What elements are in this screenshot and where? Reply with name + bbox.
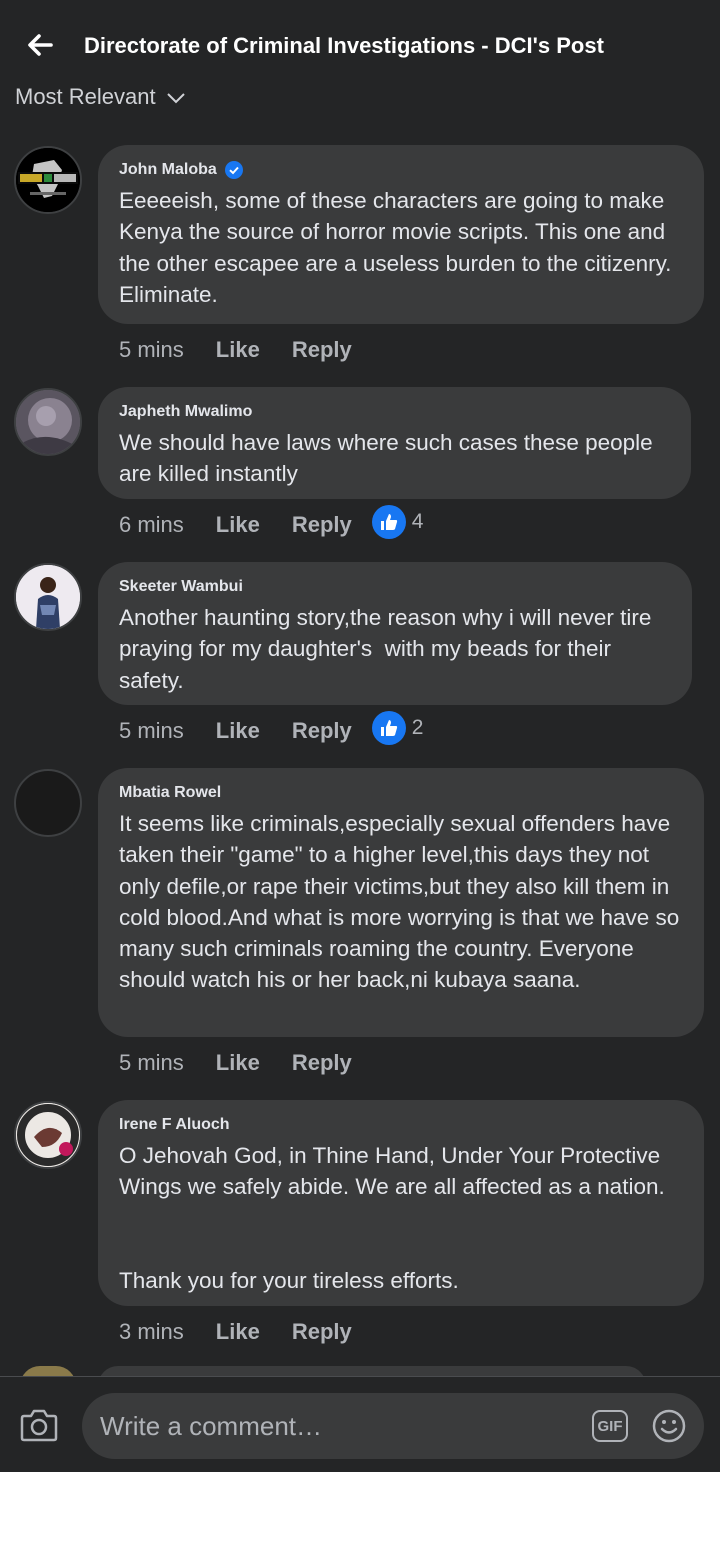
comment-composer: GIF: [0, 1376, 720, 1472]
comment-time[interactable]: 5 mins: [119, 718, 184, 744]
comment-actions: 5 mins Like Reply: [119, 1048, 352, 1078]
comment-time[interactable]: 6 mins: [119, 512, 184, 538]
thumbs-up-icon: [371, 505, 406, 539]
avatar-image: [16, 390, 80, 454]
header: Directorate of Criminal Investigations -…: [0, 0, 720, 84]
sort-dropdown[interactable]: Most Relevant: [15, 82, 186, 112]
emoji-button[interactable]: [652, 1409, 686, 1443]
camera-icon: [20, 1409, 58, 1442]
comment-text: Eeeeeish, some of these characters are g…: [119, 188, 678, 307]
author-name: Skeeter Wambui: [119, 578, 243, 595]
comment-author[interactable]: Mbatia Rowel: [119, 782, 682, 804]
comment-actions: 6 mins Like Reply 4: [119, 505, 424, 540]
comment-author[interactable]: Japheth Mwalimo: [119, 401, 669, 423]
comment-actions: 5 mins Like Reply 2: [119, 711, 424, 746]
comment-actions: 3 mins Like Reply: [119, 1317, 352, 1347]
comment-bubble: John Maloba Eeeeeish, some of these char…: [98, 145, 704, 324]
reply-button[interactable]: Reply: [292, 1050, 352, 1076]
comment-text: It seems like criminals,especially sexua…: [119, 811, 686, 993]
sort-label: Most Relevant: [15, 84, 156, 109]
reply-button[interactable]: Reply: [292, 718, 352, 744]
reaction-count: 4: [411, 510, 424, 533]
camera-button[interactable]: [20, 1407, 58, 1443]
author-name: Mbatia Rowel: [119, 784, 222, 801]
avatar[interactable]: [14, 1101, 82, 1169]
comment-time[interactable]: 5 mins: [119, 1050, 184, 1076]
arrow-left-icon: [28, 34, 53, 56]
like-button[interactable]: Like: [216, 718, 260, 744]
thumbs-up-icon: [371, 711, 406, 745]
comment-author[interactable]: John Maloba: [119, 159, 682, 181]
back-button[interactable]: [22, 28, 58, 62]
comment-author[interactable]: Irene F Aluoch: [119, 1114, 682, 1136]
comment-text: Another haunting story,the reason why i …: [119, 605, 658, 693]
avatar-image: [16, 148, 80, 212]
author-name: Japheth Mwalimo: [119, 403, 253, 420]
chevron-down-icon: [166, 93, 185, 104]
avatar-image: [16, 565, 80, 629]
emoji-icon: [652, 1409, 686, 1443]
comment-bubble: Skeeter Wambui Another haunting story,th…: [98, 562, 692, 705]
comment-input[interactable]: [100, 1410, 580, 1442]
avatar[interactable]: [14, 563, 82, 631]
page-title: Directorate of Criminal Investigations -…: [84, 33, 604, 58]
author-name: Irene F Aluoch: [119, 1116, 230, 1133]
reply-button[interactable]: Reply: [292, 512, 352, 538]
like-button[interactable]: Like: [216, 337, 260, 363]
avatar[interactable]: [14, 146, 82, 214]
comments-screen: Directorate of Criminal Investigations -…: [0, 0, 720, 1472]
gif-button[interactable]: GIF: [592, 1410, 628, 1442]
avatar-image: [16, 1103, 80, 1167]
comment-bubble: Mbatia Rowel It seems like criminals,esp…: [98, 768, 704, 1037]
like-button[interactable]: Like: [216, 512, 260, 538]
comment-input-box[interactable]: GIF: [82, 1393, 704, 1459]
comment-bubble: Japheth Mwalimo We should have laws wher…: [98, 387, 691, 499]
avatar[interactable]: [14, 388, 82, 456]
author-name: John Maloba: [119, 161, 217, 178]
reaction-summary[interactable]: 2: [371, 711, 424, 745]
verified-badge-icon: [224, 161, 243, 179]
reply-button[interactable]: Reply: [292, 1319, 352, 1345]
comment-text: O Jehovah God, in Thine Hand, Under Your…: [119, 1143, 665, 1294]
reaction-summary[interactable]: 4: [371, 505, 424, 539]
comment-bubble: Irene F Aluoch O Jehovah God, in Thine H…: [98, 1100, 704, 1306]
comment-text: We should have laws where such cases the…: [119, 430, 659, 487]
like-button[interactable]: Like: [216, 1319, 260, 1345]
reply-button[interactable]: Reply: [292, 337, 352, 363]
avatar[interactable]: [14, 769, 82, 837]
reaction-count: 2: [411, 716, 424, 739]
like-button[interactable]: Like: [216, 1050, 260, 1076]
comment-time[interactable]: 3 mins: [119, 1319, 184, 1345]
comment-actions: 5 mins Like Reply: [119, 335, 352, 365]
comment-author[interactable]: Skeeter Wambui: [119, 576, 670, 598]
comment-time[interactable]: 5 mins: [119, 337, 184, 363]
